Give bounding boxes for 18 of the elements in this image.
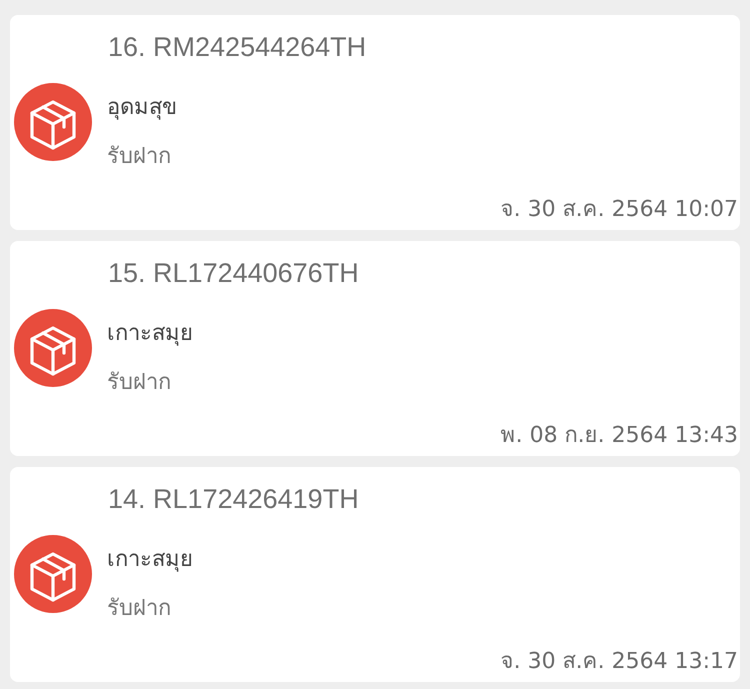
date-time: จ. 30 ส.ค. 2564 10:07: [500, 196, 738, 224]
date-time: พ. 08 ก.ย. 2564 13:43: [500, 422, 738, 450]
tracking-card[interactable]: 14. RL172426419TH เกาะสมุย รับฝาก จ. 30 ส.ค. 2564 13:17: [10, 467, 740, 682]
package-icon: [14, 535, 92, 613]
location-text: เกาะสมุย: [107, 546, 193, 574]
status-text: รับฝาก: [107, 369, 171, 397]
tracking-number: 16. RM242544264TH: [108, 31, 366, 63]
status-text: รับฝาก: [107, 595, 171, 623]
status-text: รับฝาก: [107, 143, 171, 171]
date-time: จ. 30 ส.ค. 2564 13:17: [500, 648, 738, 676]
tracking-number: 14. RL172426419TH: [108, 483, 359, 515]
package-icon: [14, 83, 92, 161]
tracking-card[interactable]: 15. RL172440676TH เกาะสมุย รับฝาก พ. 08 ก.ย. 2564 13:43: [10, 241, 740, 456]
location-text: อุดมสุข: [107, 94, 177, 122]
location-text: เกาะสมุย: [107, 320, 193, 348]
tracking-number: 15. RL172440676TH: [108, 257, 359, 289]
tracking-card[interactable]: 16. RM242544264TH อุดมสุข รับฝาก จ. 30 ส.ค. 2564 10:07: [10, 15, 740, 230]
package-icon: [14, 309, 92, 387]
